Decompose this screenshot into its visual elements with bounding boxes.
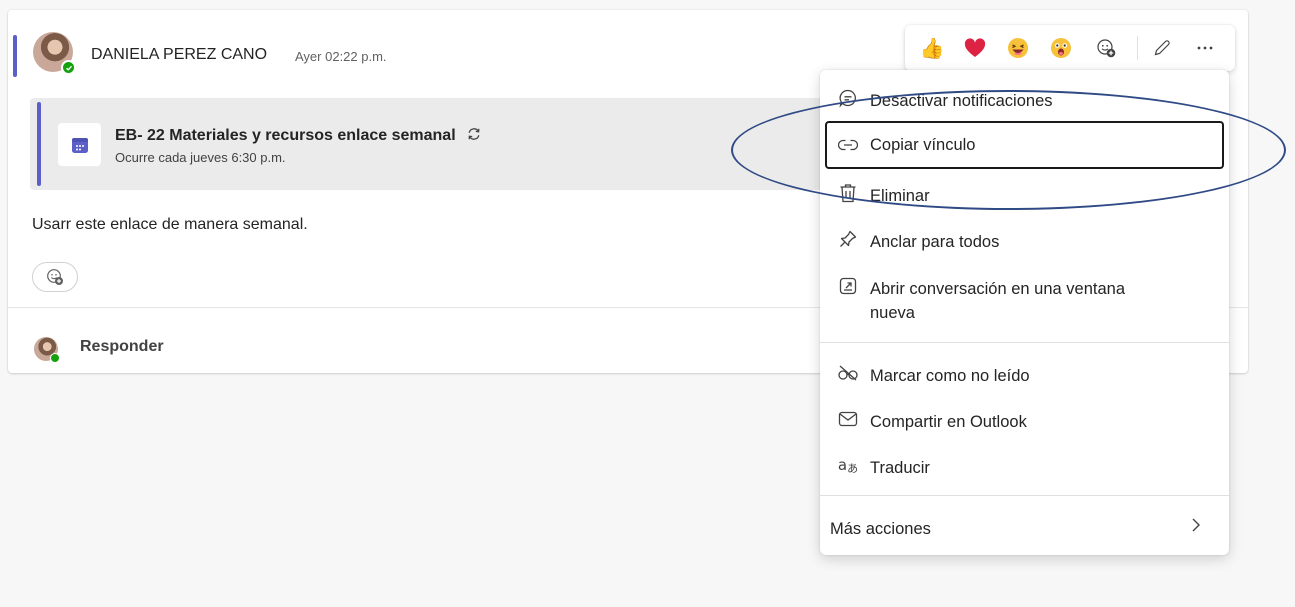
menu-divider [820, 495, 1229, 496]
surprised-reaction-button[interactable] [1046, 33, 1076, 63]
reaction-bar-divider [1137, 36, 1138, 60]
trash-icon [837, 182, 859, 204]
surprised-icon [1051, 38, 1071, 58]
heart-icon [964, 38, 986, 57]
menu-item-label: Anclar para todos [870, 233, 1000, 251]
reaction-bar: 👍 [905, 25, 1235, 71]
recurring-icon [468, 128, 480, 140]
message-body: Usarr este enlace de manera semanal. [32, 216, 308, 233]
chevron-right-icon [1190, 515, 1202, 540]
menu-item-turn-off-notifications[interactable]: Desactivar notificaciones [825, 87, 1224, 117]
meeting-recurrence: Ocurre cada jueves 6:30 p.m. [115, 150, 286, 165]
laugh-reaction-button[interactable] [1003, 33, 1033, 63]
menu-item-open-in-new-window[interactable]: Abrir conversación en una ventana nueva [825, 275, 1224, 329]
ellipsis-icon [1197, 46, 1213, 50]
add-reaction-button[interactable] [32, 262, 78, 292]
mail-icon [837, 408, 859, 430]
menu-item-share-outlook[interactable]: Compartir en Outlook [825, 408, 1224, 434]
more-options-button[interactable] [1190, 33, 1220, 63]
emoji-add-icon [47, 269, 63, 285]
pin-icon [837, 228, 859, 250]
like-reaction-button[interactable]: 👍 [917, 33, 947, 63]
meeting-title-row[interactable]: EB- 22 Materiales y recursos enlace sema… [115, 126, 482, 145]
thumbs-up-icon: 👍 [919, 37, 945, 60]
open-window-icon [837, 275, 859, 297]
menu-item-pin-for-everyone[interactable]: Anclar para todos [825, 228, 1224, 254]
laugh-icon [1008, 38, 1028, 58]
heart-reaction-button[interactable] [960, 33, 990, 63]
edit-button[interactable] [1147, 33, 1177, 63]
emoji-add-icon [1097, 39, 1116, 58]
reply-button[interactable]: Responder [80, 338, 164, 356]
menu-item-label: Compartir en Outlook [870, 413, 1027, 431]
menu-item-translate[interactable]: aあ Traducir [825, 454, 1224, 480]
more-reactions-button[interactable] [1091, 33, 1121, 63]
menu-item-mark-unread[interactable]: Marcar como no leído [825, 362, 1224, 388]
menu-divider [820, 342, 1229, 343]
post-timestamp: Ayer 02:22 p.m. [295, 49, 387, 64]
message-context-menu: Desactivar notificaciones Copiar vínculo… [820, 70, 1229, 555]
menu-item-label: Desactivar notificaciones [870, 92, 1053, 110]
avatar[interactable] [33, 32, 76, 75]
menu-item-more-actions[interactable]: Más acciones [825, 515, 1224, 541]
menu-item-copy-link[interactable]: Copiar vínculo [825, 121, 1224, 169]
meeting-card-stripe [37, 102, 41, 186]
post-accent-bar [13, 35, 17, 77]
menu-item-label: Eliminar [870, 187, 930, 205]
menu-item-label: Copiar vínculo [870, 136, 976, 154]
presence-available-icon [61, 60, 76, 75]
menu-item-label: Traducir [870, 459, 930, 477]
meeting-title: EB- 22 Materiales y recursos enlace sema… [115, 127, 456, 144]
menu-item-label: Marcar como no leído [870, 367, 1030, 385]
unread-icon [837, 362, 859, 384]
presence-available-icon [50, 353, 60, 363]
menu-item-label: Más acciones [830, 520, 931, 538]
chat-off-icon [837, 87, 859, 109]
link-icon [837, 134, 859, 156]
reply-avatar [34, 337, 60, 363]
translate-icon: aあ [837, 456, 859, 475]
menu-item-label: Abrir conversación en una ventana nueva [870, 277, 1125, 325]
calendar-icon [58, 123, 101, 166]
author-name[interactable]: DANIELA PEREZ CANO [91, 46, 267, 64]
menu-item-label-line2: nueva [870, 304, 915, 322]
menu-item-delete[interactable]: Eliminar [825, 182, 1224, 208]
menu-item-label-line1: Abrir conversación en una ventana [870, 280, 1125, 298]
pencil-icon [1154, 40, 1170, 56]
